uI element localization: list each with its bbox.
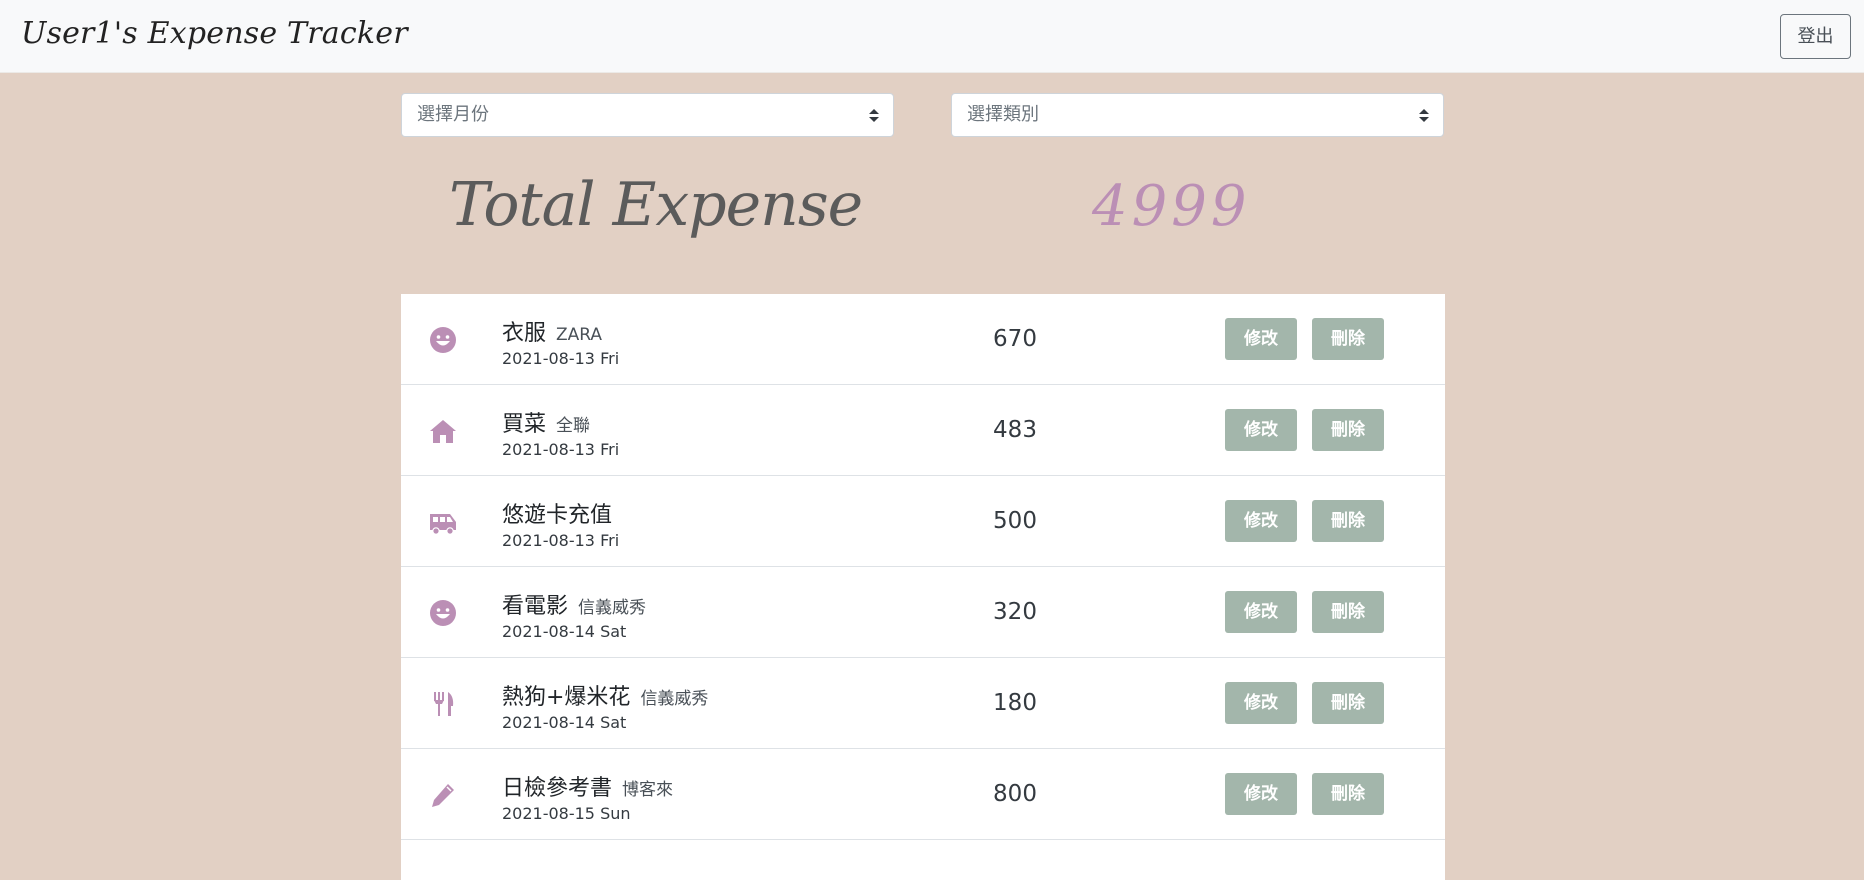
delete-button[interactable]: 刪除 xyxy=(1312,318,1384,360)
app-brand[interactable]: User1's Expense Tracker xyxy=(21,16,408,51)
edit-button[interactable]: 修改 xyxy=(1225,409,1297,451)
expense-amount: 180 xyxy=(993,690,1037,716)
edit-button[interactable]: 修改 xyxy=(1225,591,1297,633)
navbar: User1's Expense Tracker 登出 xyxy=(0,0,1864,73)
delete-button[interactable]: 刪除 xyxy=(1312,682,1384,724)
expense-row: 看電影 信義威秀 2021-08-14 Sat 320 修改 刪除 xyxy=(401,567,1445,658)
expense-amount: 670 xyxy=(993,326,1037,352)
expense-date: 2021-08-13 Fri xyxy=(502,440,620,459)
expense-date: 2021-08-14 Sat xyxy=(502,622,627,641)
expense-name: 日檢參考書 博客來 xyxy=(502,776,674,801)
expense-row: 日檢參考書 博客來 2021-08-15 Sun 800 修改 刪除 xyxy=(401,749,1445,840)
month-select[interactable]: 選擇月份 xyxy=(401,93,894,137)
expense-merchant: 博客來 xyxy=(622,780,674,800)
pen-icon xyxy=(428,781,458,809)
edit-button[interactable]: 修改 xyxy=(1225,773,1297,815)
expense-row: 悠遊卡充值 2021-08-13 Fri 500 修改 刪除 xyxy=(401,476,1445,567)
category-select[interactable]: 選擇類別 xyxy=(951,93,1444,137)
expense-amount: 320 xyxy=(993,599,1037,625)
expense-row xyxy=(401,840,1445,880)
total-expense-amount: 4999 xyxy=(1092,174,1251,239)
expense-date: 2021-08-14 Sat xyxy=(502,713,627,732)
total-expense-label: Total Expense xyxy=(449,170,863,240)
expense-date: 2021-08-13 Fri xyxy=(502,531,620,550)
expense-list: 衣服 ZARA 2021-08-13 Fri 670 修改 刪除 買菜 全聯 202… xyxy=(401,294,1445,880)
expense-row: 熱狗+爆米花 信義威秀 2021-08-14 Sat 180 修改 刪除 xyxy=(401,658,1445,749)
home-icon xyxy=(428,417,458,445)
expense-name: 熱狗+爆米花 信義威秀 xyxy=(502,685,709,710)
expense-amount: 483 xyxy=(993,417,1037,443)
edit-button[interactable]: 修改 xyxy=(1225,500,1297,542)
logout-button[interactable]: 登出 xyxy=(1780,14,1851,59)
expense-merchant: ZARA xyxy=(556,325,603,345)
expense-name: 看電影 信義威秀 xyxy=(502,594,647,619)
expense-merchant: 信義威秀 xyxy=(578,598,647,618)
shuttle-van-icon xyxy=(428,508,458,536)
delete-button[interactable]: 刪除 xyxy=(1312,500,1384,542)
select-caret-icon xyxy=(869,109,879,123)
utensils-icon xyxy=(428,690,458,718)
expense-amount: 800 xyxy=(993,781,1037,807)
expense-row: 買菜 全聯 2021-08-13 Fri 483 修改 刪除 xyxy=(401,385,1445,476)
delete-button[interactable]: 刪除 xyxy=(1312,409,1384,451)
month-select-value: 選擇月份 xyxy=(417,104,489,125)
expense-date: 2021-08-15 Sun xyxy=(502,804,631,823)
smile-icon xyxy=(428,326,458,354)
expense-name: 悠遊卡充值 xyxy=(502,503,613,528)
edit-button[interactable]: 修改 xyxy=(1225,318,1297,360)
expense-merchant: 信義威秀 xyxy=(640,689,709,709)
expense-name: 衣服 ZARA xyxy=(502,321,603,346)
expense-merchant: 全聯 xyxy=(556,416,591,436)
edit-button[interactable]: 修改 xyxy=(1225,682,1297,724)
expense-row: 衣服 ZARA 2021-08-13 Fri 670 修改 刪除 xyxy=(401,294,1445,385)
expense-amount: 500 xyxy=(993,508,1037,534)
select-caret-icon xyxy=(1419,109,1429,123)
category-select-value: 選擇類別 xyxy=(967,104,1039,125)
expense-date: 2021-08-13 Fri xyxy=(502,349,620,368)
expense-name: 買菜 全聯 xyxy=(502,412,591,437)
smile-icon xyxy=(428,599,458,627)
delete-button[interactable]: 刪除 xyxy=(1312,773,1384,815)
delete-button[interactable]: 刪除 xyxy=(1312,591,1384,633)
